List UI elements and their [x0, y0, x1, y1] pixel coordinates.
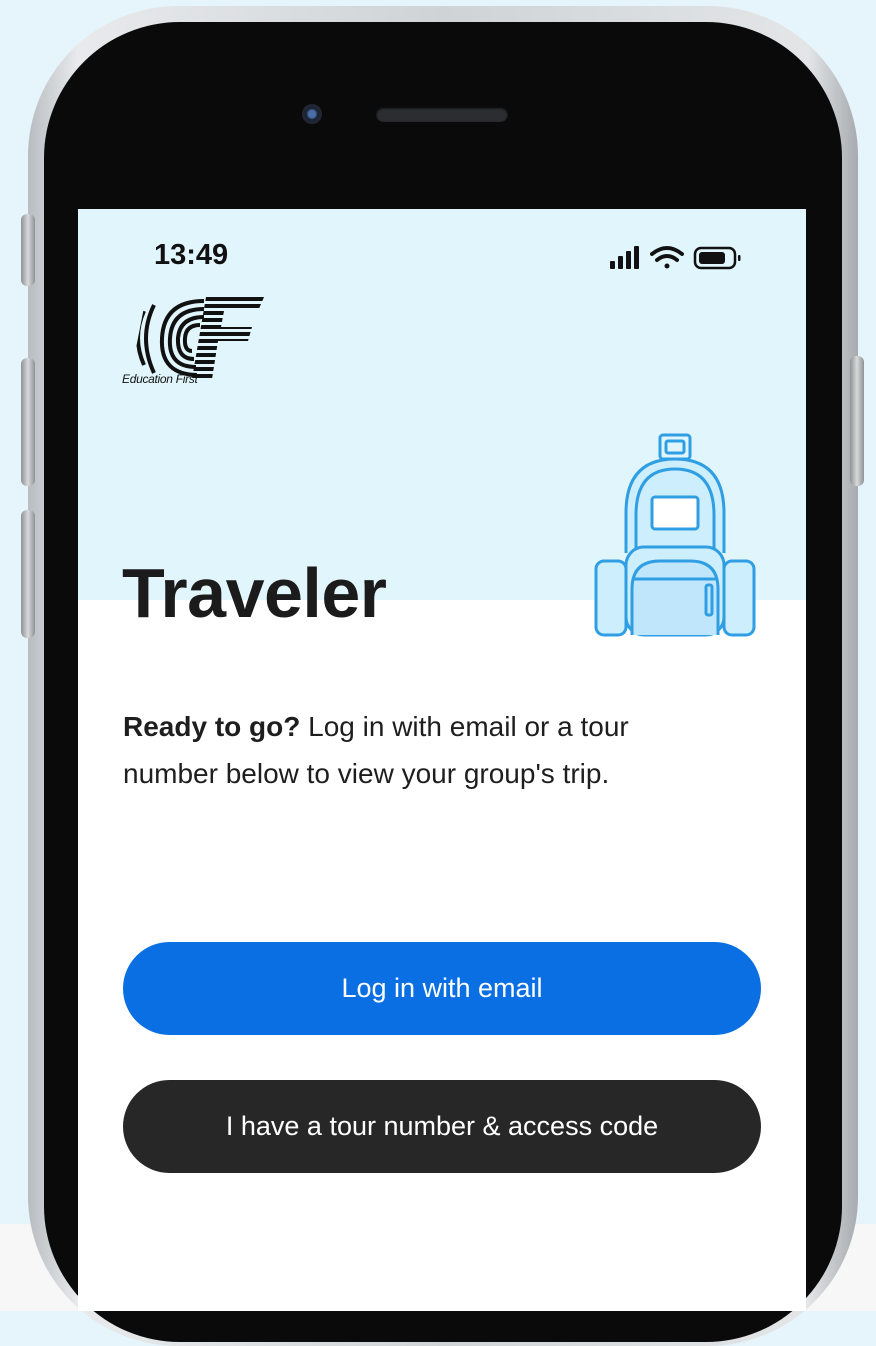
- backpack-icon: [594, 433, 756, 637]
- intro-strong-text: Ready to go?: [123, 711, 301, 742]
- intro-text: Ready to go? Log in with email or a tour…: [123, 703, 723, 797]
- mute-switch: [21, 214, 35, 286]
- power-button: [850, 356, 864, 486]
- status-time: 13:49: [154, 239, 229, 271]
- page-title: Traveler: [122, 554, 387, 632]
- cellular-signal-icon: [610, 246, 639, 269]
- email-login-label: Log in with email: [341, 973, 543, 1003]
- front-camera: [302, 104, 322, 124]
- battery-icon: [693, 246, 741, 270]
- email-login-button[interactable]: Log in with email: [123, 942, 761, 1035]
- status-icons: [610, 245, 760, 271]
- app-screen: 13:49 Education First Traveler Ready to …: [78, 209, 806, 1311]
- volume-up-button: [21, 358, 35, 486]
- volume-down-button: [21, 510, 35, 638]
- tour-number-login-button[interactable]: I have a tour number & access code: [123, 1080, 761, 1173]
- wifi-icon: [650, 246, 684, 269]
- logo-caption: Education First: [122, 372, 198, 386]
- earpiece-speaker: [376, 107, 508, 122]
- tour-number-login-label: I have a tour number & access code: [225, 1111, 659, 1141]
